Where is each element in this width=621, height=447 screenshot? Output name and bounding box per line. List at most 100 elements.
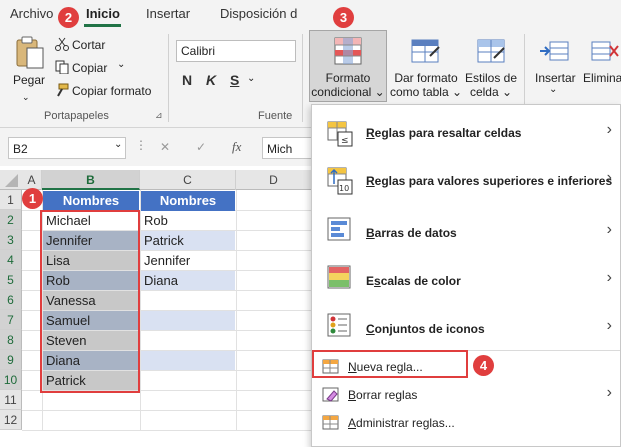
format-painter-button[interactable]: Copiar formato — [72, 84, 151, 98]
row-header[interactable]: 7 — [0, 310, 22, 330]
row-header[interactable]: 8 — [0, 330, 22, 350]
tab-insertar[interactable]: Insertar — [146, 6, 190, 21]
menu-item-top-bottom-rules[interactable]: 10 Reglas para valores superiores e infe… — [312, 160, 620, 200]
menu-item-data-bars[interactable]: Barras de datos › — [312, 212, 620, 252]
chevron-down-icon: ⌄ — [451, 85, 463, 99]
tab-disposicion[interactable]: Disposición d — [220, 6, 297, 21]
row-header[interactable]: 9 — [0, 350, 22, 370]
underline-button[interactable]: S — [230, 72, 239, 88]
more-dots-icon: ⋮ — [135, 138, 147, 152]
select-all-icon[interactable] — [0, 170, 22, 190]
insert-function-icon[interactable]: fx — [232, 139, 241, 155]
cancel-icon[interactable]: ✕ — [160, 140, 170, 154]
menu-label-clear-rules: Borrar reglas — [348, 388, 418, 402]
row-header[interactable]: 2 — [0, 210, 22, 230]
chevron-right-icon: › — [606, 384, 612, 401]
manage-rules-icon — [322, 415, 339, 430]
tab-inicio[interactable]: Inicio — [86, 6, 120, 21]
table-cell-c[interactable] — [141, 351, 235, 370]
menu-label-data-bars: Barras de datos — [366, 226, 457, 240]
format-painter-icon — [57, 83, 69, 97]
row-header[interactable]: 3 — [0, 230, 22, 250]
group-separator — [168, 34, 169, 122]
gridline-horizontal — [22, 410, 312, 411]
chevron-right-icon: › — [606, 121, 612, 138]
table-cell-c[interactable] — [141, 291, 235, 310]
chevron-down-icon[interactable]: ⌄ — [549, 84, 557, 95]
header-cell-b1[interactable]: Nombres — [43, 191, 139, 211]
format-as-table-label-1[interactable]: Dar formato — [394, 71, 457, 85]
eraser-icon — [322, 387, 339, 402]
table-cell-c[interactable]: Rob — [141, 211, 235, 230]
active-tab-indicator — [84, 24, 121, 27]
conditional-format-label-1: Formato — [325, 71, 371, 85]
menu-label-highlight-rules: Reglas para resaltar celdas — [366, 126, 522, 140]
row-header[interactable]: 5 — [0, 270, 22, 290]
svg-text:10: 10 — [339, 184, 349, 193]
cell-styles-icon — [477, 39, 505, 63]
conditional-format-label-2: condicional — [311, 85, 372, 99]
group-separator — [302, 34, 303, 122]
menu-item-color-scales[interactable]: Escalas de color › — [312, 260, 620, 300]
row-header[interactable]: 1 — [0, 190, 22, 210]
font-name-select[interactable]: Calibri — [176, 40, 296, 62]
chevron-right-icon: › — [606, 269, 612, 286]
name-box[interactable]: B2 — [8, 137, 126, 159]
callout-badge-3: 3 — [333, 7, 354, 28]
scissors-icon — [55, 37, 69, 51]
chevron-down-icon: ⌄ — [501, 85, 513, 99]
group-label-fuente: Fuente — [258, 110, 293, 122]
chevron-right-icon: › — [606, 221, 612, 238]
table-cell-c[interactable]: Diana — [141, 271, 235, 290]
paste-dropdown-icon[interactable]: ⌄ — [22, 92, 30, 103]
format-as-table-label-2[interactable]: como tabla — [390, 85, 449, 99]
gridline-vertical — [236, 190, 237, 430]
table-cell-c[interactable] — [141, 371, 235, 390]
insert-cells-icon — [540, 41, 569, 61]
table-cell-c[interactable] — [141, 311, 235, 330]
italic-button[interactable]: K — [206, 72, 216, 88]
name-box-dropdown-icon[interactable]: ⌄ — [114, 139, 122, 150]
format-as-table-icon — [411, 39, 440, 63]
copy-dropdown-icon[interactable]: ⌄ — [117, 59, 125, 70]
column-header-c[interactable]: C — [140, 170, 236, 190]
chevron-right-icon: › — [606, 169, 612, 186]
dialog-launcher-icon[interactable]: ⊿ — [155, 110, 163, 121]
column-header-b[interactable]: B — [42, 170, 140, 190]
table-cell-c[interactable] — [141, 331, 235, 350]
menu-item-manage-rules[interactable]: Administrar reglas... — [312, 412, 620, 434]
menu-item-clear-rules[interactable]: Borrar reglas › — [312, 384, 620, 406]
paste-button[interactable]: Pegar — [13, 73, 45, 87]
bold-button[interactable]: N — [182, 72, 192, 88]
cell-styles-label-2[interactable]: celda — [470, 85, 499, 99]
row-header[interactable]: 10 — [0, 370, 22, 390]
underline-dropdown-icon[interactable]: ⌄ — [247, 73, 255, 84]
top-bottom-rules-icon: 10 — [327, 167, 353, 195]
row-header[interactable]: 4 — [0, 250, 22, 270]
menu-item-icon-sets[interactable]: Conjuntos de iconos › — [312, 308, 620, 348]
menu-label-manage-rules: Administrar reglas... — [348, 416, 455, 430]
tab-archivo[interactable]: Archivo — [10, 6, 53, 21]
insert-button[interactable]: Insertar — [535, 71, 576, 85]
row-header[interactable]: 6 — [0, 290, 22, 310]
menu-label-icon-sets: Conjuntos de iconos — [366, 322, 485, 336]
menu-item-highlight-rules[interactable]: ≤ Reglas para resaltar celdas › — [312, 116, 620, 156]
highlight-rules-icon: ≤ — [327, 121, 353, 147]
callout-box-new-rule — [312, 350, 468, 378]
cut-button[interactable]: Cortar — [72, 38, 105, 52]
cell-styles-label-1[interactable]: Estilos de — [465, 71, 517, 85]
conditional-format-icon — [334, 37, 362, 65]
table-cell-c[interactable]: Jennifer — [141, 251, 235, 270]
confirm-icon[interactable]: ✓ — [196, 140, 206, 154]
row-header[interactable]: 12 — [0, 410, 22, 430]
row-header[interactable]: 11 — [0, 390, 22, 410]
copy-button[interactable]: Copiar — [72, 61, 107, 75]
column-header-d[interactable]: D — [236, 170, 312, 190]
paste-icon[interactable] — [14, 36, 46, 70]
copy-icon — [55, 60, 69, 74]
gridline-horizontal — [22, 430, 312, 431]
header-cell-c1[interactable]: Nombres — [141, 191, 235, 211]
column-header-a[interactable]: A — [22, 170, 42, 190]
delete-button[interactable]: Eliminar — [583, 71, 621, 85]
table-cell-c[interactable]: Patrick — [141, 231, 235, 250]
